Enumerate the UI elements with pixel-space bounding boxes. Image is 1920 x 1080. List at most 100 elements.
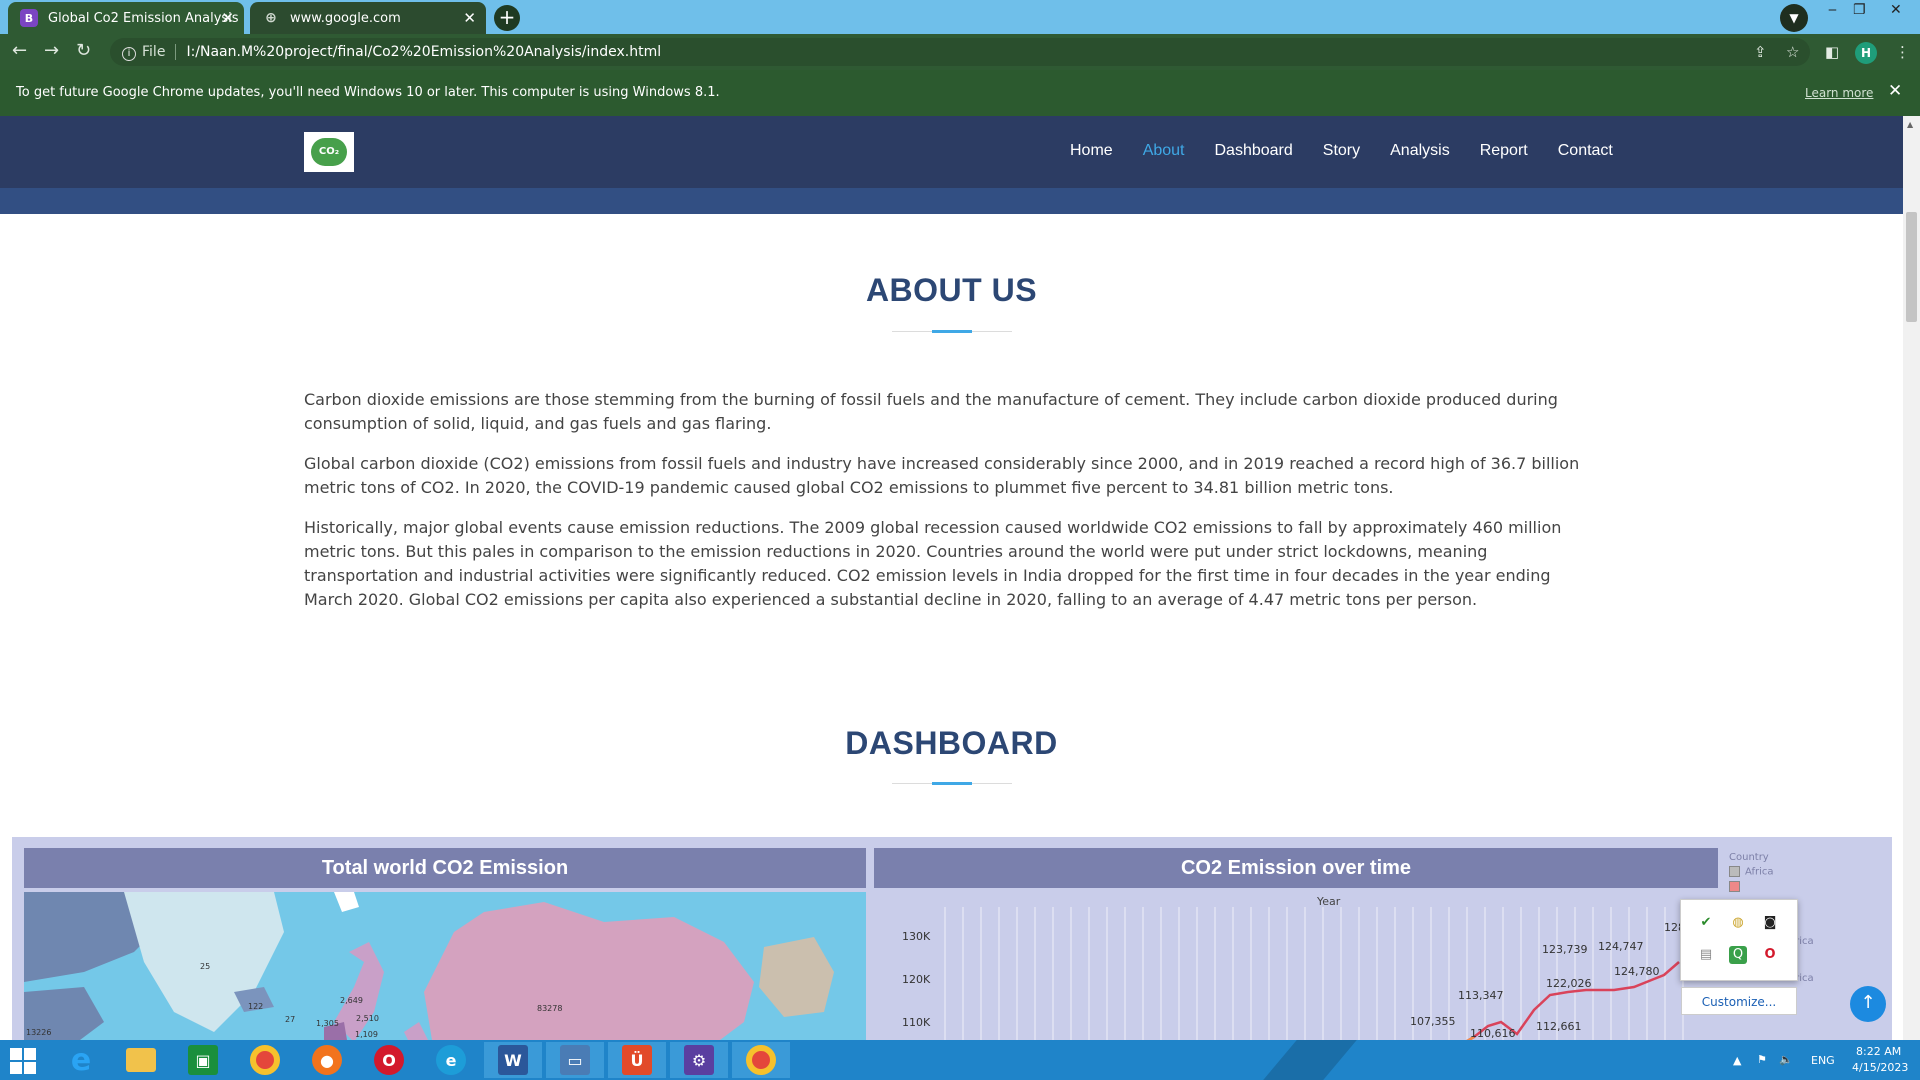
scroll-up-arrow-icon[interactable]: ▲ — [1907, 120, 1913, 129]
address-bar[interactable]: i File I:/Naan.M%20project/final/Co2%20Emi… — [110, 38, 1810, 66]
site-info-icon[interactable]: i — [122, 47, 136, 61]
network-drive-icon[interactable]: ▤ — [1697, 946, 1715, 964]
url-text: I:/Naan.M%20project/final/Co2%20Emission… — [186, 44, 662, 60]
language-indicator[interactable]: ENG — [1811, 1054, 1835, 1067]
nav-contact[interactable]: Contact — [1558, 142, 1613, 160]
kebab-menu-icon[interactable]: ⋮ — [1895, 43, 1910, 61]
shell-icon[interactable]: ◍ — [1729, 914, 1747, 932]
file-explorer-icon[interactable] — [112, 1042, 170, 1078]
site-logo[interactable]: CO₂ — [304, 132, 354, 172]
tray-customize-link[interactable]: Customize... — [1681, 987, 1797, 1015]
emission-line-chart[interactable]: Year 130K 120K 110K 107,355 113,347 110,… — [874, 892, 1699, 1040]
data-label: 122,026 — [1546, 977, 1592, 990]
dashboard-title-underline — [892, 782, 1012, 785]
chrome-icon[interactable] — [236, 1042, 294, 1078]
tab-title: www.google.com — [290, 10, 401, 26]
word-icon[interactable]: W — [484, 1042, 542, 1078]
edge-icon[interactable]: e — [422, 1042, 480, 1078]
globe-icon: ⊕ — [265, 10, 277, 26]
restore-icon[interactable]: ❐ — [1853, 2, 1866, 18]
tab-google[interactable]: ⊕ www.google.com ✕ — [250, 2, 486, 34]
main-nav: Home About Dashboard Story Analysis Repo… — [1070, 142, 1643, 160]
tray-overflow-popup: ✔ ◍ ◙ ▤ Q O — [1680, 899, 1798, 981]
security-shield-icon[interactable]: ✔ — [1697, 914, 1715, 932]
back-arrow-icon[interactable]: ← — [12, 40, 27, 61]
bookmark-star-icon[interactable]: ☆ — [1786, 43, 1799, 61]
file-scheme-label: File — [142, 44, 166, 60]
infobar-message: To get future Google Chrome updates, you… — [16, 85, 720, 100]
scrollbar-thumb[interactable] — [1906, 212, 1917, 322]
about-paragraph: Global carbon dioxide (CO2) emissions fr… — [304, 454, 1580, 497]
reload-icon[interactable]: ↻ — [76, 40, 91, 61]
nav-report[interactable]: Report — [1480, 142, 1528, 160]
co2-cloud-icon: CO₂ — [311, 138, 347, 166]
clock-time[interactable]: 8:22 AM — [1856, 1045, 1901, 1058]
data-label: 110,616 — [1470, 1027, 1516, 1040]
world-map[interactable]: 25 122 27 2,649 1,305 2,510 83278 1,109 … — [24, 892, 866, 1040]
tab-search-icon[interactable]: ▼ — [1780, 4, 1808, 32]
opera-icon[interactable]: O — [1761, 946, 1779, 964]
y-tick-label: 110K — [902, 1016, 931, 1029]
scroll-to-top-button[interactable]: ↑ — [1850, 986, 1886, 1022]
map-label: 13226 — [26, 1028, 52, 1037]
photo-viewer-icon[interactable]: ▭ — [546, 1042, 604, 1078]
data-label: 113,347 — [1458, 989, 1504, 1002]
settings-gear-icon[interactable]: ⚙ — [670, 1042, 728, 1078]
map-label: 1,305 — [316, 1019, 339, 1028]
clock-date[interactable]: 4/15/2023 — [1852, 1061, 1908, 1074]
learn-more-link[interactable]: Learn more — [1805, 86, 1873, 100]
x-axis-title: Year — [1317, 895, 1341, 908]
windows-start-icon[interactable] — [10, 1048, 36, 1074]
internet-explorer-icon[interactable]: e — [52, 1042, 110, 1078]
legend-swatch — [1729, 866, 1740, 877]
profile-avatar[interactable]: H — [1855, 42, 1877, 64]
forward-arrow-icon[interactable]: → — [44, 40, 59, 61]
close-tab-icon[interactable]: ✕ — [221, 9, 234, 27]
map-panel-title: Total world CO2 Emission — [24, 848, 866, 888]
nav-home[interactable]: Home — [1070, 142, 1113, 160]
browser-tab-strip: B Global Co2 Emission Analysis ✕ ⊕ www.g… — [0, 0, 1920, 34]
map-label: 122 — [248, 1002, 264, 1011]
data-label: 124,780 — [1614, 965, 1660, 978]
close-window-icon[interactable]: ✕ — [1890, 2, 1902, 18]
about-title-underline — [892, 330, 1012, 333]
map-label: 27 — [285, 1015, 296, 1024]
nav-analysis[interactable]: Analysis — [1390, 142, 1450, 160]
nav-story[interactable]: Story — [1323, 142, 1360, 160]
new-tab-button[interactable]: + — [494, 5, 520, 31]
nav-about[interactable]: About — [1143, 142, 1185, 160]
minimize-icon[interactable]: ‒ — [1828, 2, 1837, 18]
chrome-running-icon[interactable] — [732, 1042, 790, 1078]
side-panel-icon[interactable]: ◧ — [1825, 43, 1839, 61]
map-label: 25 — [200, 962, 211, 971]
share-icon[interactable]: ⇪ — [1754, 43, 1767, 61]
legend-title: Country — [1729, 852, 1769, 863]
windows-taskbar: e ▣ ● O e W ▭ Ü ⚙ ▲ ⚑ 🔈 ENG 8:22 AM 4/15… — [0, 1040, 1920, 1080]
volume-icon[interactable]: 🔈 — [1779, 1053, 1793, 1066]
taskbar-decoration — [1263, 1040, 1357, 1080]
data-label: 112,661 — [1536, 1020, 1582, 1033]
legend-item[interactable] — [1729, 880, 1814, 893]
opera-taskbar-icon[interactable]: O — [360, 1042, 418, 1078]
dashboard-embed[interactable]: Total world CO2 Emission 25 122 27 2,649… — [12, 837, 1892, 1040]
data-label: 123,739 — [1542, 943, 1588, 956]
tab-title: Global Co2 Emission Analysis — [48, 10, 239, 26]
camera-icon[interactable]: ◙ — [1761, 914, 1779, 932]
show-hidden-icons[interactable]: ▲ — [1733, 1054, 1741, 1067]
map-label: 2,649 — [340, 996, 363, 1005]
close-tab-icon[interactable]: ✕ — [463, 9, 476, 27]
legend-item[interactable]: Africa — [1729, 866, 1814, 878]
action-center-flag-icon[interactable]: ⚑ — [1757, 1053, 1767, 1066]
qbittorrent-icon[interactable]: Q — [1729, 946, 1747, 964]
firefox-icon[interactable]: ● — [298, 1042, 356, 1078]
tab-co2-analysis[interactable]: B Global Co2 Emission Analysis ✕ — [8, 2, 244, 34]
nav-dashboard[interactable]: Dashboard — [1215, 142, 1293, 160]
pdf-app-icon[interactable]: Ü — [608, 1042, 666, 1078]
about-paragraph: Historically, major global events cause … — [304, 518, 1562, 609]
world-map-graphic — [24, 892, 834, 1040]
page-scrollbar[interactable]: ▲ — [1903, 116, 1920, 1040]
store-icon[interactable]: ▣ — [174, 1042, 232, 1078]
close-infobar-icon[interactable]: ✕ — [1888, 81, 1902, 101]
about-title: ABOUT US — [865, 272, 1038, 308]
dashboard-title: DASHBOARD — [845, 725, 1058, 761]
